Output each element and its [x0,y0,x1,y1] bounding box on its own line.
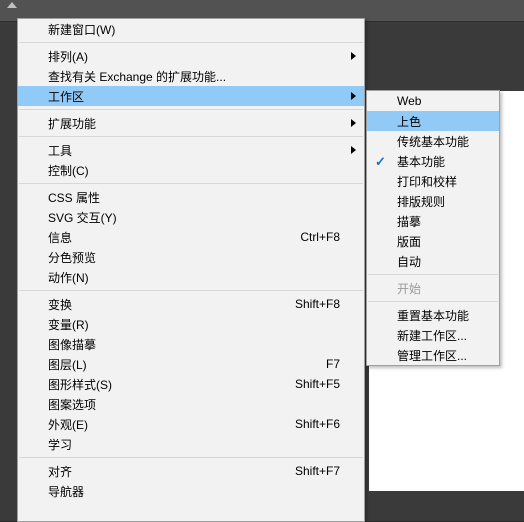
main_menu-separator [19,290,363,291]
main_menu-item[interactable]: 图形样式(S) Shift+F5 [18,374,364,394]
check-icon: ✓ [375,154,386,170]
main_menu-separator [19,109,363,110]
main_menu-item[interactable]: 学习 [18,434,364,454]
main_menu-item-label: 工作区 [48,88,340,105]
sub_menu-item[interactable]: 新建工作区... [367,325,499,345]
main_menu-item[interactable]: 新建窗口(W) [18,19,364,39]
sub_menu-item-label: 版面 [397,233,475,250]
sub_menu-item: 开始 [367,278,499,298]
sub_menu-item[interactable]: 管理工作区... [367,345,499,365]
sub_menu-separator [368,274,498,275]
main_menu-item[interactable]: 对齐 Shift+F7 [18,461,364,481]
submenu-arrow-icon [351,119,356,127]
sub_menu-item-label: 基本功能 [397,153,475,170]
main_menu-item[interactable]: 控制(C) [18,160,364,180]
main_menu-item-label: 动作(N) [48,269,340,286]
submenu-arrow-icon [351,92,356,100]
main_menu-item[interactable]: SVG 交互(Y) [18,207,364,227]
sub_menu-item[interactable]: 上色 [367,111,499,131]
main_menu-item[interactable]: 工具 [18,140,364,160]
sub_menu-item[interactable]: ✓ 基本功能 [367,151,499,171]
submenu-arrow-icon [351,146,356,154]
sub_menu-item[interactable]: 排版规则 [367,191,499,211]
main_menu-item-label: 控制(C) [48,162,340,179]
main_menu-item[interactable]: 图像描摹 [18,334,364,354]
shortcut-label: Shift+F6 [295,417,340,431]
sub_menu-item-label: 新建工作区... [397,327,475,344]
sub_menu-item[interactable]: 自动 [367,251,499,271]
main_menu-item-label: 学习 [48,436,340,453]
shortcut-label: Ctrl+F8 [300,230,340,244]
main_menu-separator [19,183,363,184]
main_menu-item[interactable]: 排列(A) [18,46,364,66]
shortcut-label: Shift+F7 [295,464,340,478]
main_menu-item-label: 图层(L) [48,356,306,373]
sub_menu-item-label: 开始 [397,280,475,297]
main_menu-item-label: 查找有关 Exchange 的扩展功能... [48,68,340,85]
main_menu-item-label: CSS 属性 [48,189,340,206]
sub_menu-item[interactable]: 版面 [367,231,499,251]
main_menu-item-label: 对齐 [48,463,275,480]
main_menu-item-label: 图像描摹 [48,336,340,353]
main_menu-item[interactable]: 导航器 [18,481,364,501]
main_menu-item-label: 变换 [48,296,275,313]
main_menu-item[interactable]: 变换 Shift+F8 [18,294,364,314]
main_menu-separator [19,136,363,137]
sub_menu-item[interactable]: 重置基本功能 [367,305,499,325]
shortcut-label: F7 [326,357,340,371]
main_menu-item-label: 图案选项 [48,396,340,413]
sub_menu-item-label: 排版规则 [397,193,475,210]
main_menu-item-label: 工具 [48,142,340,159]
workspace-submenu[interactable]: Web 上色传统基本功能 ✓ 基本功能打印和校样排版规则描摹版面自动开始重置基本功能新… [366,90,500,366]
main_menu-item-label: SVG 交互(Y) [48,209,340,226]
main_menu-item-label: 新建窗口(W) [48,21,340,38]
main_menu-item[interactable]: 图案选项 [18,394,364,414]
sub_menu-item-label: 传统基本功能 [397,133,475,150]
main_menu-item[interactable]: 动作(N) [18,267,364,287]
submenu-arrow-icon [351,52,356,60]
main_menu-separator [19,42,363,43]
main_menu-item-label: 外观(E) [48,416,275,433]
main_menu-item-label: 信息 [48,229,280,246]
main_menu-item[interactable]: CSS 属性 [18,187,364,207]
window-menu[interactable]: 新建窗口(W) 排列(A) 查找有关 Exchange 的扩展功能... 工作区扩展功… [17,18,365,522]
sub_menu-item-label: 管理工作区... [397,347,475,364]
main_menu-item-label: 导航器 [48,483,340,500]
main_menu-item[interactable]: 工作区 [18,86,364,106]
shortcut-label: Shift+F8 [295,297,340,311]
sub_menu-item-label: 打印和校样 [397,173,475,190]
sub_menu-item-label: 自动 [397,253,475,270]
sub_menu-item-label: 描摹 [397,213,475,230]
collapse-arrow-icon[interactable] [7,2,17,8]
sub_menu-item-label: 上色 [397,113,475,130]
sub_menu-item-label: 重置基本功能 [397,307,475,324]
main_menu-item[interactable]: 分色预览 [18,247,364,267]
sub_menu-item-label: Web [397,94,475,108]
main_menu-item[interactable]: 扩展功能 [18,113,364,133]
main_menu-item-label: 扩展功能 [48,115,340,132]
main_menu-item-label: 排列(A) [48,48,340,65]
main_menu-item[interactable]: 信息 Ctrl+F8 [18,227,364,247]
main_menu-item[interactable]: 外观(E) Shift+F6 [18,414,364,434]
sub_menu-item[interactable]: Web [367,91,499,111]
main_menu-item[interactable]: 变量(R) [18,314,364,334]
shortcut-label: Shift+F5 [295,377,340,391]
sub_menu-item[interactable]: 传统基本功能 [367,131,499,151]
sub_menu-separator [368,301,498,302]
main_menu-separator [19,457,363,458]
main_menu-item[interactable]: 图层(L) F7 [18,354,364,374]
main_menu-item-label: 分色预览 [48,249,340,266]
main_menu-item-label: 变量(R) [48,316,340,333]
sub_menu-item[interactable]: 描摹 [367,211,499,231]
main_menu-item-label: 图形样式(S) [48,376,275,393]
main_menu-item[interactable]: 查找有关 Exchange 的扩展功能... [18,66,364,86]
sub_menu-item[interactable]: 打印和校样 [367,171,499,191]
